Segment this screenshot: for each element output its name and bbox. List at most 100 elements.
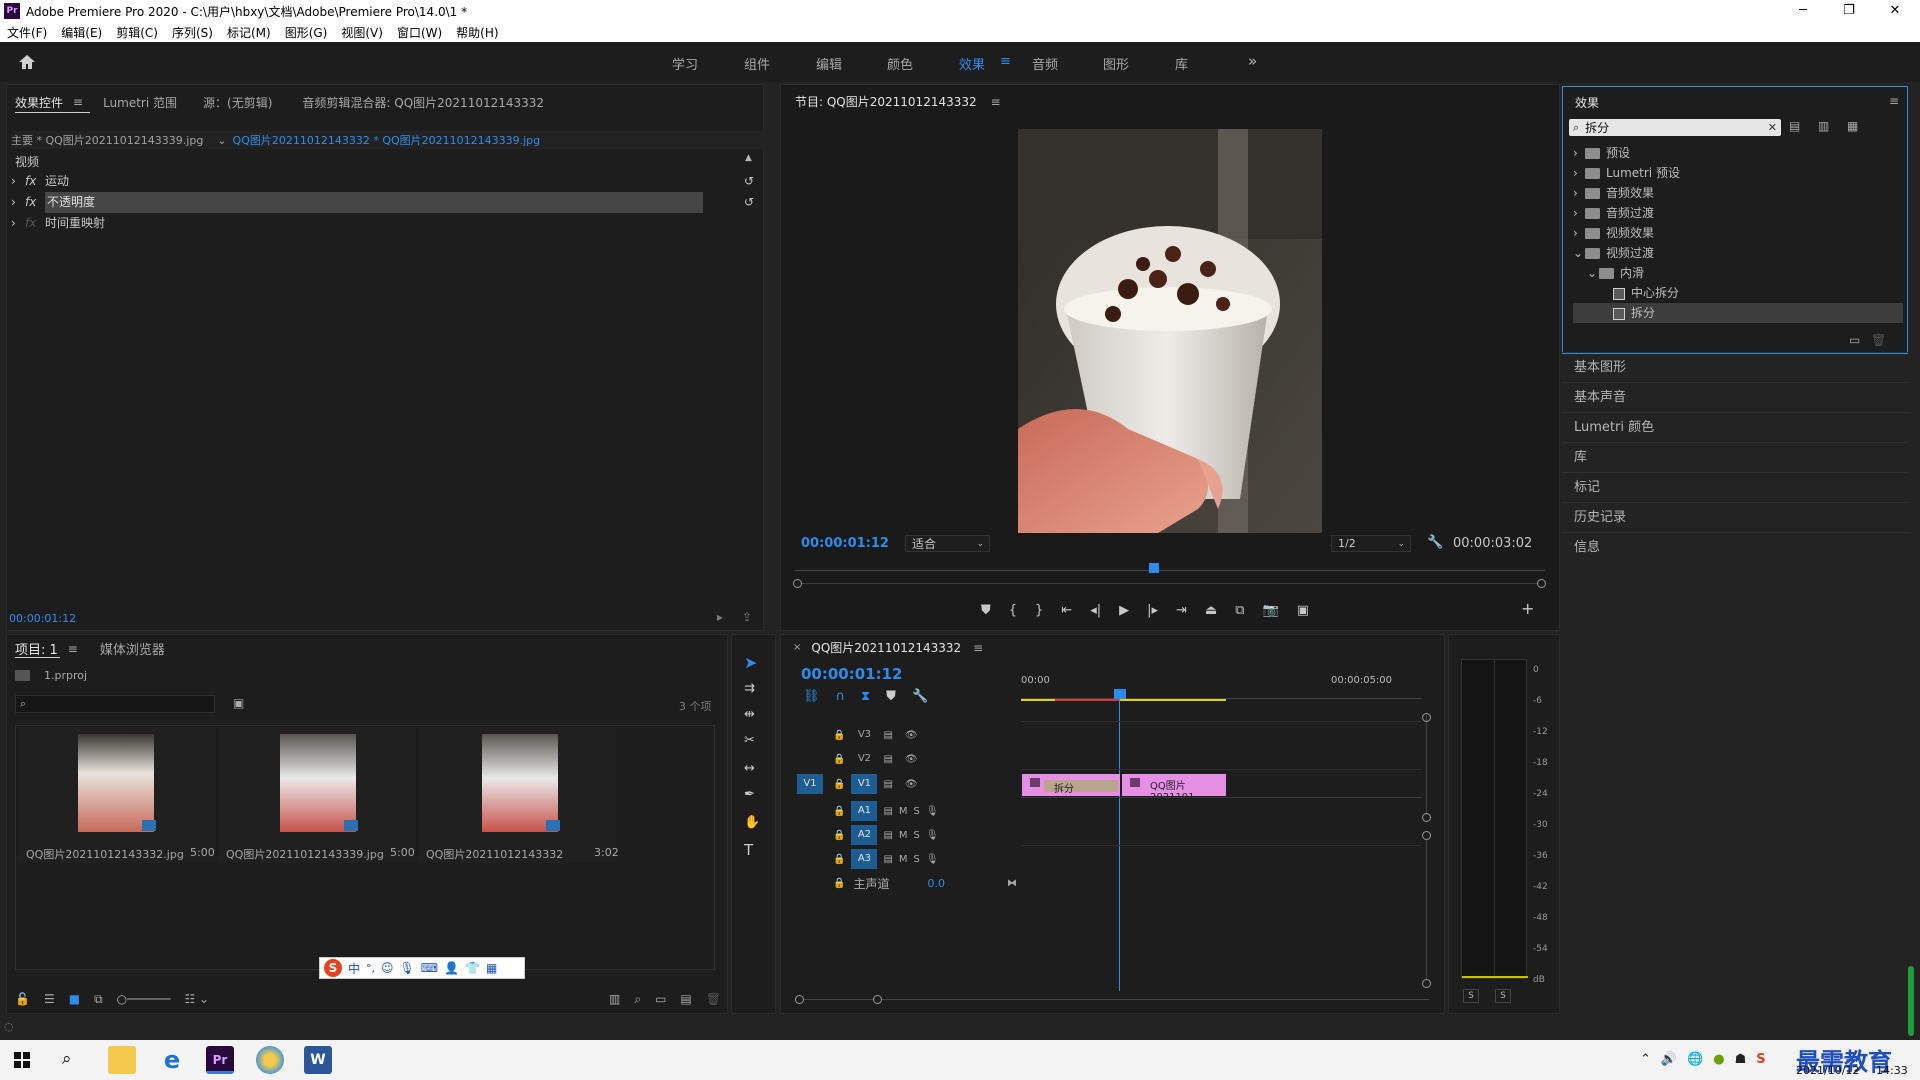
automate-icon[interactable]: ▥ [609, 992, 620, 1006]
effects-search-box[interactable]: ⌕ 拆分 ✕ [1569, 119, 1781, 136]
tree-item-presets[interactable]: › 预设 [1573, 143, 1903, 163]
timeline-clip-1[interactable]: 拆分 [1022, 774, 1120, 796]
restore-icon[interactable]: ❐ [1826, 0, 1872, 22]
home-icon[interactable] [18, 54, 36, 70]
clear-search-icon[interactable]: ✕ [1768, 121, 1777, 134]
program-ruler[interactable] [795, 563, 1545, 571]
internet-explorer-icon[interactable]: e [158, 1046, 186, 1074]
delete-icon[interactable]: 🗑 [706, 992, 721, 1006]
windows-start-icon[interactable] [14, 1052, 30, 1068]
sync-lock-icon[interactable]: ▤ [883, 754, 892, 765]
workspace-libraries[interactable]: 库 [1175, 54, 1188, 73]
video-scrollbar[interactable] [1426, 715, 1427, 815]
microphone-icon[interactable]: 🎙 [926, 830, 939, 841]
sync-lock-icon[interactable]: ▤ [883, 730, 892, 741]
new-item-icon[interactable]: ▤ [680, 992, 691, 1006]
workspace-audio[interactable]: 音频 [1032, 54, 1058, 73]
lock-icon[interactable]: 🔒 [833, 854, 845, 865]
menu-clip[interactable]: 剪辑(C) [109, 24, 165, 41]
resolution-dropdown[interactable]: 1/2 ⌄ [1331, 535, 1411, 552]
track-label[interactable]: V1 [851, 774, 878, 794]
solo-button[interactable]: S [914, 806, 920, 817]
panel-menu-icon[interactable]: ≡ [68, 642, 78, 656]
accelerated-effects-icon[interactable]: ▤ [1789, 119, 1800, 133]
lift-icon[interactable]: ⏏ [1205, 603, 1217, 618]
program-title[interactable]: 节目: QQ图片20211012143332 [795, 93, 977, 110]
effects-panel-title[interactable]: 效果 [1575, 94, 1599, 111]
pen-tool-icon[interactable]: ✒ [744, 787, 755, 802]
timeline-ruler[interactable] [1021, 689, 1421, 699]
timeline-settings-wrench-icon[interactable]: 🔧 [912, 689, 928, 704]
step-back-icon[interactable]: ◂| [1090, 603, 1101, 618]
lock-icon[interactable]: 🔒 [833, 830, 845, 841]
zoom-scrollbar[interactable] [795, 583, 1545, 584]
tree-item-audio-effects[interactable]: › 音频效果 [1573, 183, 1903, 203]
solo-right-button[interactable]: S [1495, 989, 1511, 1003]
tree-item-audio-transitions[interactable]: › 音频过渡 [1573, 203, 1903, 223]
scroll-handle[interactable] [1422, 713, 1431, 722]
scroll-up-icon[interactable]: ▲ [745, 153, 752, 163]
menu-window[interactable]: 窗口(W) [390, 24, 449, 41]
panel-menu-icon[interactable]: ≡ [991, 95, 1001, 109]
transition-split[interactable]: 拆分 [1044, 780, 1118, 795]
timeline-playhead-handle[interactable] [1114, 689, 1126, 699]
project-item[interactable]: QQ图片20211012143332.jpg 5:00 [18, 728, 216, 863]
32bit-effects-icon[interactable]: ▥ [1818, 119, 1829, 133]
microphone-icon[interactable]: 🎙 [926, 806, 939, 817]
user-icon[interactable]: 👤 [444, 961, 459, 975]
master-volume-value[interactable]: 0.0 [927, 877, 945, 890]
menu-file[interactable]: 文件(F) [0, 24, 54, 41]
find-bin-icon[interactable]: ▣ [233, 696, 244, 710]
solo-left-button[interactable]: S [1463, 989, 1479, 1003]
ime-mode[interactable]: 中 [348, 960, 360, 977]
list-view-icon[interactable]: ☰ [44, 992, 55, 1006]
selection-tool-icon[interactable]: ➤ [744, 653, 757, 672]
workspace-assembly[interactable]: 组件 [744, 54, 770, 73]
play-icon[interactable]: ▶ [1119, 603, 1129, 618]
word-icon[interactable]: W [304, 1046, 332, 1074]
horizontal-scrollbar[interactable] [799, 999, 1429, 1000]
tab-audio-clip-mixer[interactable]: 音频剪辑混合器: QQ图片20211012143332 [302, 94, 544, 111]
timeline-timecode[interactable]: 00:00:01:12 [801, 665, 903, 683]
fx-badge[interactable]: fx [25, 192, 45, 213]
search-icon[interactable]: ⌕ [62, 1049, 72, 1069]
tab-lumetri-scopes[interactable]: Lumetri 范围 [103, 94, 177, 111]
tree-item-lumetri-presets[interactable]: › Lumetri 预设 [1573, 163, 1903, 183]
reset-icon[interactable]: ↺ [744, 192, 754, 213]
sync-lock-icon[interactable]: ▤ [883, 806, 892, 817]
effect-row-motion[interactable]: › fx 运动 ↺ [11, 171, 763, 192]
microphone-icon[interactable]: 🎙 [926, 854, 939, 865]
toolbox-icon[interactable]: ▦ [486, 961, 497, 975]
comparison-view-icon[interactable]: ▣ [1297, 603, 1309, 618]
eye-icon[interactable]: 👁 [905, 754, 918, 765]
go-to-out-icon[interactable]: ⇥ [1176, 603, 1187, 618]
zoom-slider[interactable]: ○────── [117, 992, 171, 1006]
panel-history[interactable]: 历史记录 [1562, 502, 1908, 532]
tab-media-browser[interactable]: 媒体浏览器 [100, 639, 165, 658]
workspace-color[interactable]: 颜色 [887, 54, 913, 73]
panel-lumetri-color[interactable]: Lumetri 颜色 [1562, 412, 1908, 442]
menu-edit[interactable]: 编辑(E) [54, 24, 109, 41]
microphone-icon[interactable]: 🎙 [400, 961, 415, 975]
network-icon[interactable]: 🌐 [1687, 1052, 1703, 1067]
type-tool-icon[interactable]: T [744, 841, 753, 859]
tray-app-icon[interactable]: ● [1713, 1052, 1724, 1067]
expand-arrow-icon[interactable]: › [11, 192, 25, 213]
fx-badge[interactable]: fx [25, 171, 45, 192]
delete-icon[interactable]: 🗑 [1871, 333, 1886, 347]
volume-icon[interactable]: 🔊 [1661, 1052, 1677, 1067]
export-icon[interactable]: ⇪ [742, 610, 752, 624]
lock-icon[interactable]: 🔒 [833, 806, 845, 817]
new-bin-icon[interactable]: ▭ [1849, 333, 1860, 347]
project-item[interactable]: QQ图片20211012143332 3:02 [418, 728, 619, 863]
emoji-icon[interactable]: ☺ [381, 961, 394, 975]
zoom-handle-left[interactable] [795, 995, 804, 1004]
sync-lock-icon[interactable]: ▤ [883, 854, 892, 865]
panel-essential-graphics[interactable]: 基本图形 [1562, 352, 1908, 382]
panel-libraries[interactable]: 库 [1562, 442, 1908, 472]
lock-icon[interactable]: 🔒 [833, 779, 845, 790]
tree-item-video-transitions[interactable]: ⌄ 视频过渡 [1573, 243, 1903, 263]
menu-marker[interactable]: 标记(M) [220, 24, 278, 41]
step-forward-icon[interactable]: |▸ [1147, 603, 1158, 618]
track-label[interactable]: A1 [851, 801, 878, 821]
